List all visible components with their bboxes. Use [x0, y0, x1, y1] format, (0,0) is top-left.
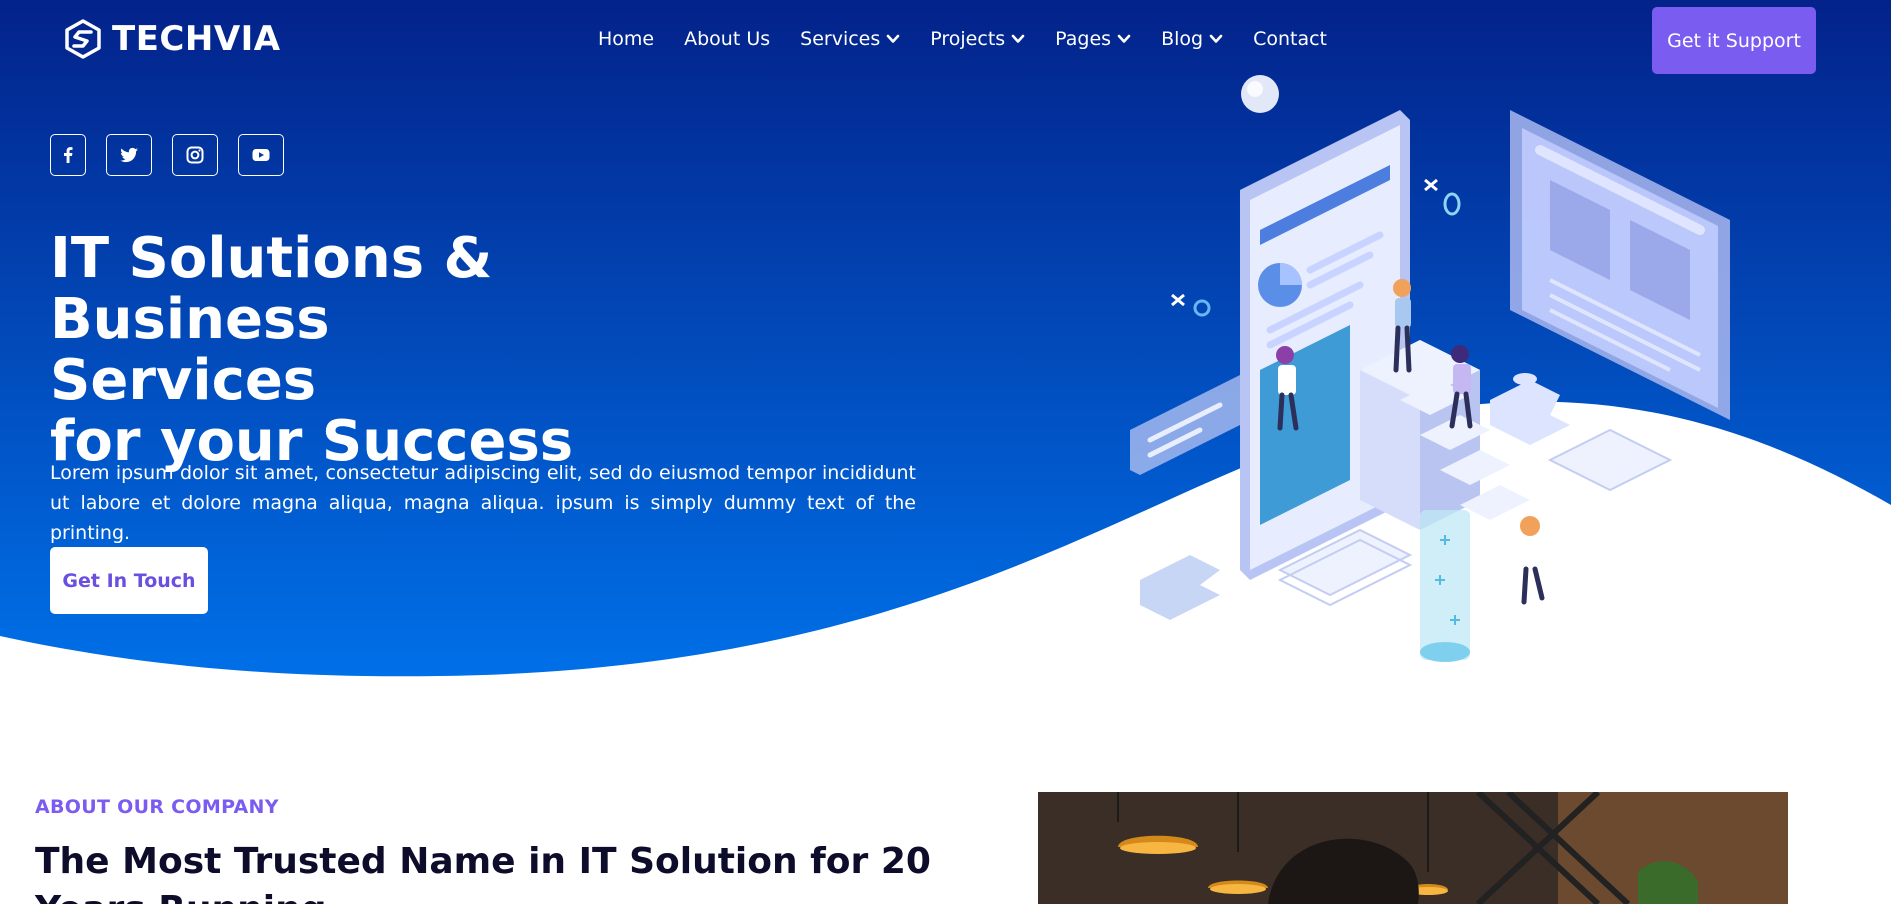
nav-label: Contact [1253, 28, 1327, 50]
nav-item-contact[interactable]: Contact [1253, 28, 1327, 50]
chevron-down-icon [886, 34, 900, 43]
social-links [50, 134, 284, 176]
chevron-down-icon [1209, 34, 1223, 43]
hero-illustration [1130, 75, 1730, 662]
nav-label: Pages [1055, 28, 1112, 50]
nav-item-home[interactable]: Home [598, 28, 654, 50]
about-photo [1038, 792, 1788, 904]
nav-label: Home [598, 28, 655, 50]
hero-title-line: Business Services [50, 287, 330, 413]
nav-item-services[interactable]: Services [800, 28, 900, 50]
get-support-button[interactable]: Get it Support [1652, 7, 1816, 74]
page: TECHVIA Home About Us Services Projects … [0, 0, 1891, 904]
nav-label: Blog [1161, 28, 1204, 50]
chevron-down-icon [1011, 34, 1025, 43]
nav-item-projects[interactable]: Projects [930, 28, 1025, 50]
nav-item-about-us[interactable]: About Us [684, 28, 770, 50]
brand-name: TECHVIA [112, 19, 281, 59]
youtube-link[interactable] [238, 134, 284, 176]
hero-description: Lorem ipsum dolor sit amet, consectetur … [50, 462, 916, 544]
about-eyebrow: ABOUT OUR COMPANY [35, 796, 279, 818]
hero-title: IT Solutions & Business Services for you… [50, 228, 610, 472]
youtube-icon [252, 149, 270, 161]
facebook-link[interactable] [50, 134, 86, 176]
nav-label: Services [800, 28, 881, 50]
about-title: The Most Trusted Name in IT Solution for… [35, 841, 931, 904]
chevron-down-icon [1117, 34, 1131, 43]
main-menu: Home About Us Services Projects Pages Bl… [598, 28, 1327, 50]
hero-title-line: IT Solutions & [50, 226, 493, 291]
logo-icon [65, 19, 101, 59]
facebook-icon [64, 147, 73, 163]
instagram-icon [186, 146, 204, 164]
get-in-touch-button[interactable]: Get In Touch [50, 547, 208, 614]
twitter-link[interactable] [106, 134, 152, 176]
nav-item-blog[interactable]: Blog [1161, 28, 1223, 50]
twitter-icon [120, 147, 138, 163]
nav-label: About Us [684, 28, 771, 50]
nav-item-pages[interactable]: Pages [1055, 28, 1131, 50]
brand-logo[interactable]: TECHVIA [62, 18, 281, 60]
instagram-link[interactable] [172, 134, 218, 176]
nav-label: Projects [930, 28, 1006, 50]
